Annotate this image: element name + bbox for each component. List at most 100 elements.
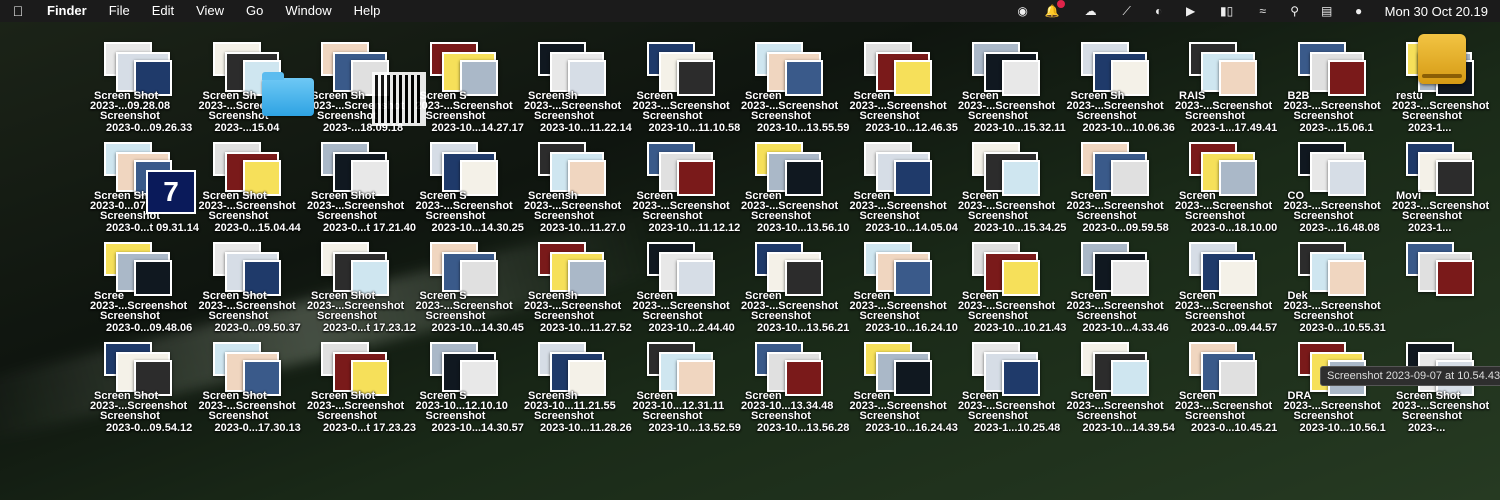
battery-icon[interactable]: ▮▯ <box>1207 0 1247 22</box>
desktop-file-icon[interactable]: Screen Shot 2023-...09.28.08 Screenshot 202… <box>90 38 202 138</box>
file-name-label: Screenshot <box>425 210 486 222</box>
desktop-file-icon[interactable]: Screen Shot 2023-...Screenshot Screenshot 2… <box>307 138 419 238</box>
desktop-file-icon[interactable]: Screen 2023-...Screenshot Screenshot 2023-1… <box>958 38 1070 138</box>
siri-icon[interactable]: ● <box>1343 0 1375 22</box>
desktop-file-icon[interactable]: Movi 2023-...Screenshot Screenshot 2023-1..… <box>1392 138 1500 238</box>
menu-view[interactable]: View <box>185 0 235 22</box>
qr-code-thumbnail[interactable] <box>372 72 426 126</box>
desktop-file-icon[interactable]: Screen 2023-...Screenshot Screenshot 2023-1… <box>741 138 853 238</box>
desktop-file-icon[interactable]: Screen 2023-...Screenshot Screenshot 2023-1… <box>633 238 745 338</box>
desktop-file-icon[interactable]: Screen 2023-...Screenshot Screenshot 2023-1… <box>958 238 1070 338</box>
file-name-label: Screenshot <box>1402 210 1462 222</box>
desktop-file-icon[interactable]: Screen Shot 2023-...Screenshot Screenshot 2… <box>199 338 311 438</box>
desktop-file-icon[interactable] <box>1392 238 1500 338</box>
desktop-file-icon[interactable]: Screen 2023-...Screenshot Screenshot 2023-1… <box>850 238 962 338</box>
menu-window[interactable]: Window <box>274 0 342 22</box>
desktop-file-icon[interactable]: CO 2023-...Screenshot Screenshot 2023-...16… <box>1284 138 1396 238</box>
desktop-file-icon[interactable]: Screen 2023-...Screenshot Screenshot 2023-1… <box>850 38 962 138</box>
menu-file[interactable]: File <box>98 0 141 22</box>
menu-edit[interactable]: Edit <box>141 0 185 22</box>
file-name-label: 2023-0...09.50.37 <box>214 322 301 334</box>
desktop-file-icon[interactable]: Screen 2023-...Screenshot Screenshot 2023-1… <box>741 38 853 138</box>
file-name-label: 2023-0...t 17.23.23 <box>323 422 416 434</box>
control-center-icon[interactable]: ▤ <box>1311 0 1343 22</box>
desktop-file-icon[interactable]: Screen Sh 2023-...Screenshot Screenshot 202… <box>1067 38 1179 138</box>
file-name-label: 2023-1... <box>1408 122 1452 134</box>
desktop-file-icon[interactable]: Screen Shot 2023-...Screenshot Screenshot 2… <box>199 238 311 338</box>
file-thumbnail <box>676 260 715 296</box>
menu-app-name[interactable]: Finder <box>36 0 98 22</box>
desktop-file-icon[interactable]: Scree 2023-...Screenshot Screenshot 2023-0.… <box>90 238 202 338</box>
desktop-file-icon[interactable]: Screen Shot 2023-...Screenshot Screenshot 2… <box>90 338 202 438</box>
desktop-file-icon[interactable]: Screen Shot 2023-...Screenshot Screenshot 2… <box>307 338 419 438</box>
file-name-label: 2023-... <box>1408 422 1446 434</box>
desktop-file-icon[interactable]: Screen Shot 2023-...Screenshot Screenshot 2… <box>307 238 419 338</box>
desktop-file-icon[interactable]: Screen 2023-...Screenshot Screenshot 2023-0… <box>1067 138 1179 238</box>
file-name-label: 2023-10...16.24.43 <box>865 422 958 434</box>
screenshot-thumbnail[interactable]: 7 <box>146 170 196 214</box>
desktop-file-icon[interactable]: Screen 2023-...Screenshot Screenshot 2023-1… <box>958 338 1070 438</box>
desktop-file-icon[interactable]: B2B 2023-...Screenshot Screenshot 2023-...1… <box>1284 38 1396 138</box>
menu-clock[interactable]: Mon 30 Oct 20.19 <box>1375 4 1488 19</box>
desktop-file-icon[interactable]: Screen 2023-10...12.31.11 Screenshot 2023-1… <box>633 338 745 438</box>
desktop-file-icon[interactable]: Screensh 2023-...Screenshot Screenshot 2023… <box>524 38 636 138</box>
desktop-file-icon[interactable]: Screen 2023-...Screenshot Screenshot 2023-1… <box>633 138 745 238</box>
file-thumbnail <box>1436 260 1474 296</box>
folder-icon[interactable] <box>262 72 314 116</box>
desktop-file-icon[interactable]: Screen 2023-...Screenshot Screenshot 2023-1… <box>850 338 962 438</box>
desktop-file-icon[interactable]: Screensh 2023-10...11.21.55 Screenshot 2023… <box>524 338 636 438</box>
desktop-file-icon[interactable]: Dek 2023-...Screenshot Screenshot 2023-0...… <box>1284 238 1396 338</box>
desktop-file-icon[interactable]: Screen 2023-...Screenshot Screenshot 2023-1… <box>1067 238 1179 338</box>
file-name-label: 2023-10...4.33.46 <box>1082 322 1169 334</box>
file-name-label: Screenshot <box>859 110 920 122</box>
file-name-label: Screenshot <box>859 410 920 422</box>
file-name-label: Screenshot <box>317 210 377 222</box>
file-name-label: 2023-1...17.49.41 <box>1191 122 1278 134</box>
creative-cloud-icon[interactable]: ◉ <box>1007 0 1039 22</box>
file-name-label: Screenshot <box>208 110 269 122</box>
desktop-file-icon[interactable]: Screen S 2023-...Screenshot Screenshot 2023… <box>416 138 528 238</box>
desktop-file-icon[interactable]: Screensh 2023-...Screenshot Screenshot 2023… <box>524 238 636 338</box>
desktop-file-icon[interactable]: Screen S 2023-10...12.10.10 Screenshot 2023… <box>416 338 528 438</box>
desktop-file-icon[interactable]: Screen 2023-...Screenshot Screenshot 2023-1… <box>958 138 1070 238</box>
desktop-file-icon[interactable]: Screen 2023-10...13.34.48 Screenshot 2023-1… <box>741 338 853 438</box>
external-drive-icon[interactable] <box>1418 34 1466 84</box>
menu-bar:  Finder File Edit View Go Window Help ◉… <box>0 0 1500 22</box>
notification-bell-icon[interactable]: 🔔 <box>1039 0 1071 22</box>
file-thumbnail <box>1110 360 1149 396</box>
file-name-label: 2023-10...13.55.59 <box>757 122 850 134</box>
desktop-file-icon[interactable]: Screen 2023-...Screenshot Screenshot 2023-0… <box>1175 338 1287 438</box>
desktop-file-icon[interactable]: Screen 2023-...Screenshot Screenshot 2023-1… <box>633 38 745 138</box>
file-thumbnail <box>676 60 715 96</box>
desktop-file-icon[interactable]: Screen 2023-...Screenshot Screenshot 2023-0… <box>1175 138 1287 238</box>
desktop-file-icon[interactable]: Screen 2023-...Screenshot Screenshot 2023-0… <box>1175 238 1287 338</box>
file-name-label: Screenshot <box>317 410 377 422</box>
media-icon[interactable]: ◐ <box>1143 0 1175 22</box>
slash-icon[interactable]: ⟋ <box>1111 0 1143 22</box>
search-icon[interactable]: ⚲ <box>1279 0 1311 22</box>
desktop-file-icon[interactable]: Screen S 2023-...Screenshot Screenshot 2023… <box>416 238 528 338</box>
file-name-label: Screenshot <box>968 410 1028 422</box>
file-name-label: 2023-10...13.56.28 <box>757 422 850 434</box>
file-name-label: 2023-0...18.10.00 <box>1191 222 1278 234</box>
menu-go[interactable]: Go <box>235 0 274 22</box>
cloud-icon[interactable]: ☁ <box>1071 0 1111 22</box>
desktop-file-icon[interactable]: Screen Shot 2023-...Screenshot Screenshot 2… <box>1392 338 1500 438</box>
desktop-file-icon[interactable]: Screen 2023-...Screenshot Screenshot 2023-1… <box>741 238 853 338</box>
desktop-file-icon[interactable]: Screen Shot 2023-...Screenshot Screenshot 2… <box>199 138 311 238</box>
desktop-file-icon[interactable]: Screen 2023-...Screenshot Screenshot 2023-1… <box>850 138 962 238</box>
desktop-file-icon[interactable]: Screen 2023-...Screenshot Screenshot 2023-1… <box>1067 338 1179 438</box>
wifi-icon[interactable]: ≈ <box>1247 0 1279 22</box>
file-name-label: 2023-...15.06.1 <box>1299 122 1374 134</box>
desktop-file-icon[interactable]: RAIS 2023-...Screenshot Screenshot 2023-1..… <box>1175 38 1287 138</box>
file-name-label: Screenshot <box>425 310 486 322</box>
file-name-label: Screenshot <box>1076 310 1137 322</box>
desktop-file-icon[interactable]: Screen S 2023-...Screenshot Screenshot 2023… <box>416 38 528 138</box>
play-icon[interactable]: ▶ <box>1175 0 1207 22</box>
desktop-file-icon[interactable]: DRA 2023-...Screenshot Screenshot 2023-10..… <box>1284 338 1396 438</box>
desktop-file-icon[interactable]: Screensh 2023-...Screenshot Screenshot 2023… <box>524 138 636 238</box>
file-thumbnail <box>1002 260 1040 296</box>
file-thumbnail <box>893 160 932 196</box>
menu-help[interactable]: Help <box>343 0 392 22</box>
apple-icon[interactable]:  <box>0 3 36 19</box>
